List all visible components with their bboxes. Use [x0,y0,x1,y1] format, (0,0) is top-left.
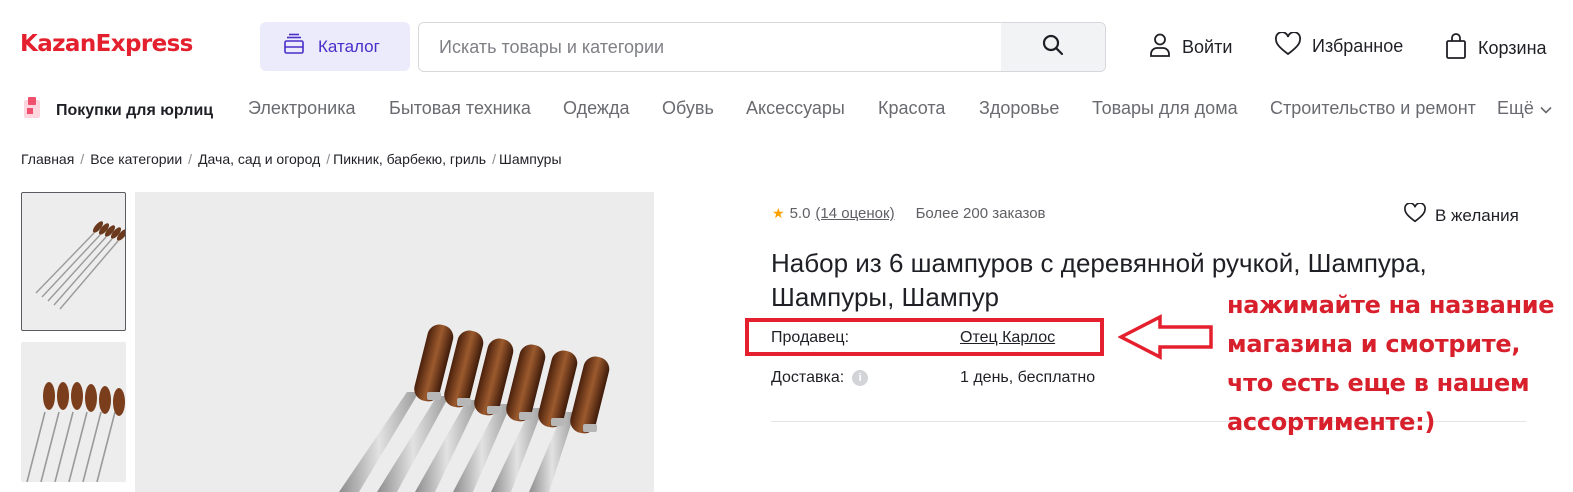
catalog-button[interactable]: Каталог [260,22,410,71]
delivery-value: 1 день, бесплатно [960,369,1096,386]
star-icon: ★ [772,205,785,221]
nav-category[interactable]: Здоровье [979,98,1059,119]
search-bar [418,22,1106,72]
breadcrumb-item[interactable]: Главная [21,151,74,167]
nav-category[interactable]: Бытовая техника [389,98,531,119]
favorites-label: Избранное [1312,36,1404,56]
b2b-link[interactable]: Покупки для юрлиц [24,97,213,124]
breadcrumb-item[interactable]: Пикник, барбекю, гриль [333,151,486,167]
chevron-down-icon [1540,98,1552,119]
wishlist-button[interactable]: В желания [1403,202,1519,228]
nav-category[interactable]: Аксессуары [746,98,845,119]
b2b-icon [24,97,44,124]
heart-icon [1403,202,1427,228]
more-label: Ещё [1497,98,1534,118]
nav-category[interactable]: Обувь [662,98,714,119]
search-button[interactable] [1001,23,1105,71]
seller-label: Продавец: [771,329,850,346]
cart-label: Корзина [1478,38,1547,58]
search-icon [1041,33,1065,62]
left-arrow-icon [1118,314,1213,360]
bag-icon [1444,32,1468,65]
skewers-thumbnail-image [26,382,125,482]
breadcrumb-separator: / [80,151,85,167]
logo-express: Express [95,31,194,57]
rating-summary: ★ 5.0 (14 оценок) Более 200 заказов [772,205,1046,222]
reviews-link[interactable]: (14 оценок) [815,205,894,222]
breadcrumb-item[interactable]: Дача, сад и огород [198,151,320,167]
b2b-label: Покупки для юрлиц [56,101,214,119]
nav-category[interactable]: Товары для дома [1092,98,1238,119]
delivery-label: Доставка: [771,369,845,386]
gallery-thumbnail[interactable] [21,192,126,331]
catalog-label: Каталог [318,36,380,56]
catalog-icon [282,32,306,61]
heart-icon [1274,31,1302,61]
logo-kazan: Kazan [20,31,96,57]
rating-value: 5.0 [789,205,811,222]
more-categories-button[interactable]: Ещё [1497,98,1552,119]
favorites-button[interactable]: Избранное [1274,31,1404,61]
login-label: Войти [1182,37,1233,57]
logo[interactable]: KazanExpress [20,31,193,57]
login-button[interactable]: Войти [1148,32,1232,63]
gallery-thumbnail[interactable] [21,342,126,482]
cart-button[interactable]: Корзина [1444,32,1547,65]
user-icon [1148,32,1172,63]
breadcrumb-separator: / [326,151,331,167]
orders-count: Более 200 заказов [915,205,1046,222]
breadcrumb-item[interactable]: Все категории [90,151,182,167]
skewers-image [339,324,610,492]
breadcrumb: Главная / Все категории / Дача, сад и огород… [21,151,562,167]
skewers-thumbnail-image [35,221,125,310]
breadcrumb-separator: / [188,151,193,167]
breadcrumb-separator: / [492,151,496,167]
delivery-row: Доставка: i [771,369,869,387]
nav-category[interactable]: Одежда [563,98,629,119]
info-icon[interactable]: i [852,369,869,386]
breadcrumb-item[interactable]: Шампуры [499,151,562,167]
seller-link[interactable]: Отец Карлос [960,329,1055,347]
nav-category[interactable]: Электроника [248,98,355,119]
wishlist-label: В желания [1435,205,1519,225]
product-main-image[interactable] [135,192,654,492]
nav-category[interactable]: Красота [878,98,945,119]
annotation-text: нажимайте на название магазина и смотрит… [1227,291,1555,436]
search-input[interactable] [419,23,1001,71]
nav-category[interactable]: Строительство и ремонт [1270,98,1476,119]
